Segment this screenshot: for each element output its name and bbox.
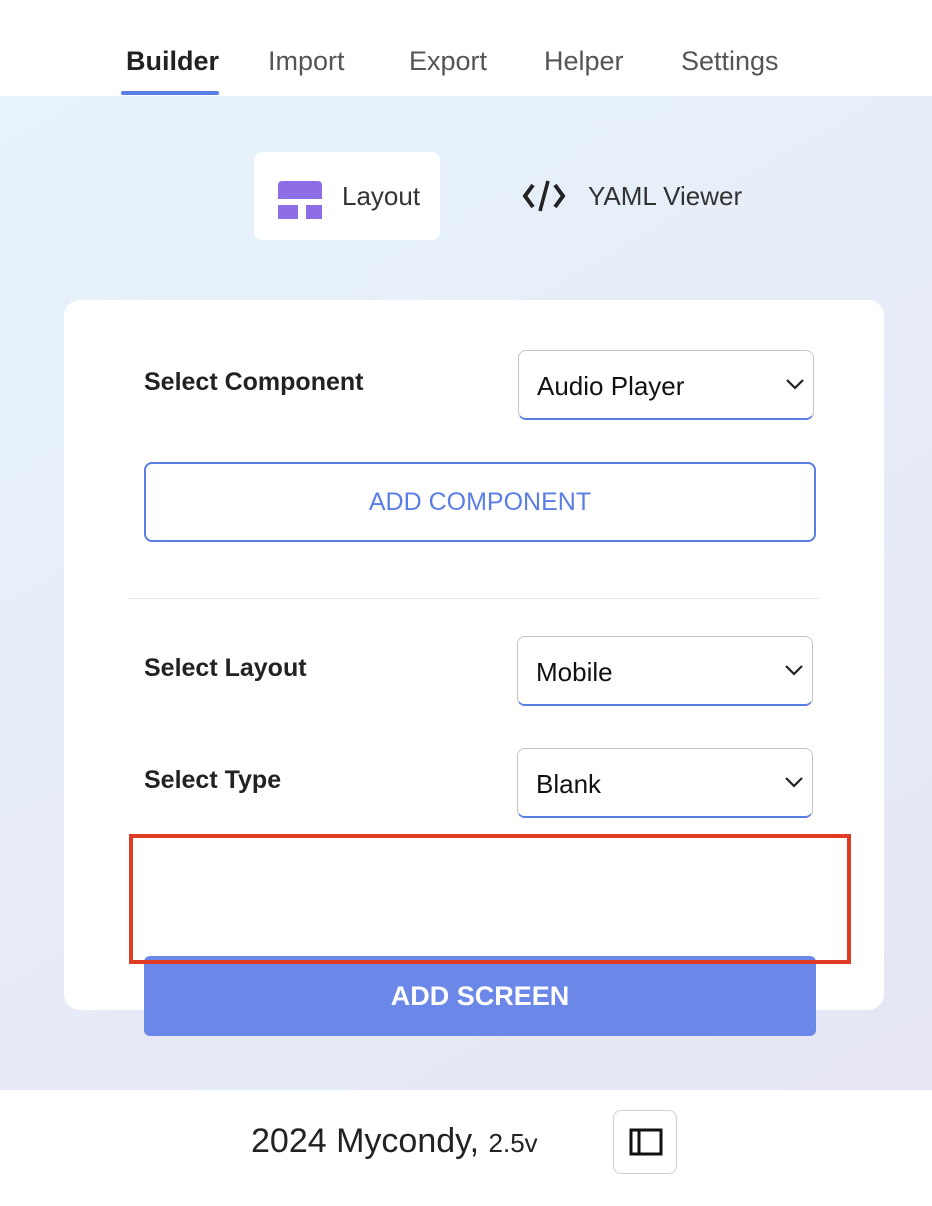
tab-helper[interactable]: Helper bbox=[544, 46, 624, 77]
layout-icon bbox=[278, 181, 322, 219]
component-select[interactable]: Audio Player bbox=[518, 350, 814, 420]
tab-export[interactable]: Export bbox=[409, 46, 487, 77]
footer: 2024 Mycondy, 2.5v bbox=[0, 1090, 932, 1206]
select-component-label: Select Component bbox=[144, 368, 364, 396]
code-icon bbox=[522, 180, 566, 212]
select-type-label: Select Type bbox=[144, 766, 282, 794]
chevron-down-icon bbox=[786, 379, 804, 390]
add-screen-button[interactable]: ADD SCREEN bbox=[144, 956, 816, 1036]
tab-builder[interactable]: Builder bbox=[126, 46, 219, 77]
type-select[interactable]: Blank bbox=[517, 748, 813, 818]
layout-select-value: Mobile bbox=[536, 657, 613, 687]
footer-version: 2.5v bbox=[488, 1128, 538, 1158]
tab-yaml-viewer[interactable]: YAML Viewer bbox=[510, 152, 770, 240]
footer-copyright: 2024 Mycondy, 2.5v bbox=[251, 1122, 538, 1161]
active-tab-indicator bbox=[121, 91, 219, 95]
tab-yaml-viewer-label: YAML Viewer bbox=[588, 181, 743, 211]
sidebar-toggle-icon bbox=[629, 1128, 663, 1156]
highlight-box bbox=[129, 834, 851, 964]
tab-layout-label: Layout bbox=[342, 181, 421, 211]
component-select-value: Audio Player bbox=[537, 371, 685, 401]
layout-select[interactable]: Mobile bbox=[517, 636, 813, 706]
sidebar-toggle-button[interactable] bbox=[613, 1110, 677, 1174]
main-area: Layout YAML Viewer Select Component Audi… bbox=[0, 96, 932, 1090]
tab-settings[interactable]: Settings bbox=[681, 46, 779, 77]
type-select-value: Blank bbox=[536, 769, 602, 799]
tab-import[interactable]: Import bbox=[268, 46, 345, 77]
add-component-button[interactable]: ADD COMPONENT bbox=[144, 462, 816, 542]
divider bbox=[128, 598, 820, 599]
chevron-down-icon bbox=[785, 665, 803, 676]
chevron-down-icon bbox=[785, 777, 803, 788]
select-layout-label: Select Layout bbox=[144, 654, 307, 682]
footer-brand: 2024 Mycondy, bbox=[251, 1122, 480, 1160]
tab-layout[interactable]: Layout bbox=[254, 152, 440, 240]
top-nav: Builder Import Export Helper Settings bbox=[0, 0, 932, 96]
